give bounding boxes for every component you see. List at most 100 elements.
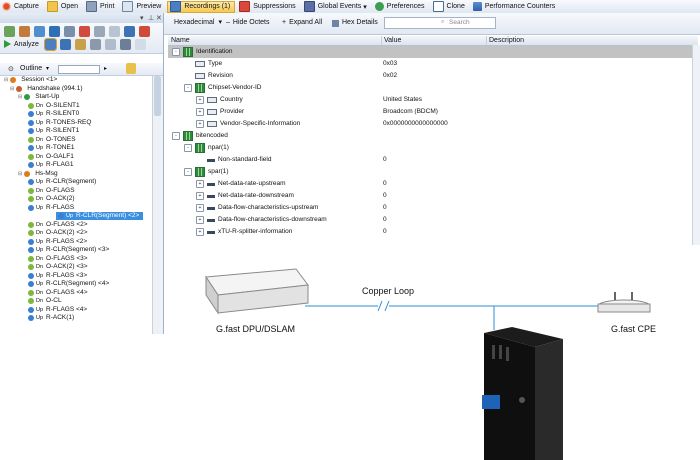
ns-icon[interactable] bbox=[126, 63, 136, 74]
description-column-header[interactable]: Description bbox=[486, 36, 689, 45]
tree-item[interactable]: ⊟ Hs-Msg bbox=[18, 170, 58, 178]
expand-icon[interactable]: + bbox=[196, 180, 204, 188]
grid-row[interactable]: - Chipset-Vendor-ID bbox=[168, 82, 698, 94]
expand-all-button[interactable]: + Expand All bbox=[282, 18, 322, 28]
tree-item[interactable]: Up R-SILENT0 bbox=[26, 110, 79, 118]
clone-button[interactable]: Clone bbox=[431, 1, 469, 13]
grid-row[interactable]: Type 0x03 bbox=[168, 58, 698, 70]
tree-item[interactable]: Up R-CLR(Segment) <2> bbox=[56, 212, 144, 220]
grid-row[interactable]: Revision 0x02 bbox=[168, 70, 698, 82]
tree-item[interactable]: Dn O-GALF1 bbox=[26, 153, 74, 161]
tool-2-icon[interactable] bbox=[19, 26, 30, 37]
tree-item[interactable]: ⊟ Handshake (994.1) bbox=[10, 85, 83, 93]
search-input[interactable]: ⌕ Search bbox=[384, 17, 496, 29]
grid-row[interactable]: + Net-data-rate-downstream 0 bbox=[168, 190, 698, 202]
tree-item[interactable]: ⊟ Start-Up bbox=[18, 93, 59, 101]
print-button[interactable]: Print bbox=[84, 1, 118, 13]
dropdown-icon[interactable]: ▾ bbox=[140, 14, 144, 22]
grid-view-icon[interactable] bbox=[44, 38, 57, 51]
expand-icon[interactable]: + bbox=[196, 216, 204, 224]
tree-item[interactable]: Up R-FLAGS bbox=[26, 204, 74, 212]
expand-icon[interactable]: + bbox=[196, 192, 204, 200]
tree-item[interactable]: Dn O-FLAGS <2> bbox=[26, 221, 88, 229]
view-6-icon[interactable] bbox=[120, 39, 131, 50]
grid-row[interactable]: + Provider Broadcom (BDCM) bbox=[168, 106, 698, 118]
tree-item[interactable]: Up R-TONES-REQ bbox=[26, 119, 91, 127]
collapse-icon[interactable]: - bbox=[184, 144, 192, 152]
tool-1-icon[interactable] bbox=[4, 26, 15, 37]
view-3-icon[interactable] bbox=[75, 39, 86, 50]
tree-item[interactable]: Up R-SILENT1 bbox=[26, 127, 79, 135]
collapse-icon[interactable]: - bbox=[184, 84, 192, 92]
tool-7-icon[interactable] bbox=[94, 26, 105, 37]
pin-icon[interactable]: ⊥ bbox=[148, 14, 154, 22]
capture-button[interactable]: Capture bbox=[0, 1, 43, 13]
suppressions-button[interactable]: Suppressions bbox=[237, 1, 299, 13]
open-button[interactable]: Open bbox=[45, 1, 82, 13]
tool-9-icon[interactable] bbox=[124, 26, 135, 37]
view-7-icon[interactable] bbox=[135, 39, 146, 50]
value-column-header[interactable]: Value bbox=[381, 36, 487, 45]
collapse-icon[interactable]: - bbox=[172, 48, 180, 56]
grid-row[interactable]: - npar(1) bbox=[168, 142, 698, 154]
tool-8-icon[interactable] bbox=[109, 26, 120, 37]
tree-expander-icon[interactable]: ⊟ bbox=[18, 170, 22, 178]
tree-item[interactable]: Up R-CLR(Segment) <3> bbox=[26, 246, 109, 254]
outline-go-icon[interactable]: ▸ bbox=[104, 65, 107, 72]
hide-octets-button[interactable]: – Hide Octets bbox=[226, 18, 269, 28]
hexadecimal-dropdown[interactable]: Hexadecimal ▾ bbox=[174, 18, 222, 28]
expand-icon[interactable]: + bbox=[196, 228, 204, 236]
outline-input[interactable] bbox=[58, 65, 100, 74]
tool-3-icon[interactable] bbox=[34, 26, 45, 37]
tree-item[interactable]: Up R-FLAG1 bbox=[26, 161, 73, 169]
collapse-icon[interactable]: - bbox=[184, 168, 192, 176]
grid-row[interactable]: - Identification bbox=[168, 46, 698, 58]
tree-item[interactable]: ⊟ Session <1> bbox=[4, 76, 57, 84]
tool-6-icon[interactable] bbox=[79, 26, 90, 37]
tool-5-icon[interactable] bbox=[64, 26, 75, 37]
grid-row[interactable]: + Data-flow-characteristics-upstream 0 bbox=[168, 202, 698, 214]
tree-expander-icon[interactable]: ⊟ bbox=[4, 76, 8, 84]
tree-item[interactable]: Up R-FLAGS <2> bbox=[26, 238, 87, 246]
grid-row[interactable]: + Data-flow-characteristics-downstream 0 bbox=[168, 214, 698, 226]
preferences-button[interactable]: Preferences bbox=[373, 1, 429, 13]
grid-row[interactable]: + Vendor-Specific-Information 0x0000000000… bbox=[168, 118, 698, 130]
recordings-button[interactable]: Recordings (1) bbox=[167, 0, 236, 13]
grid-row[interactable]: + Net-data-rate-upstream 0 bbox=[168, 178, 698, 190]
grid-row[interactable]: + xTU-R-splitter-information 0 bbox=[168, 226, 698, 238]
tree-item[interactable]: Dn O-ACK(2) bbox=[26, 195, 75, 203]
tool-10-icon[interactable] bbox=[139, 26, 150, 37]
preview-button[interactable]: Preview bbox=[120, 1, 165, 13]
view-5-icon[interactable] bbox=[105, 39, 116, 50]
expand-icon[interactable]: + bbox=[196, 204, 204, 212]
tree-item[interactable]: Up R-CLR(Segment) bbox=[26, 178, 96, 186]
grid-row[interactable]: - spar(1) bbox=[168, 166, 698, 178]
name-column-header[interactable]: Name bbox=[168, 36, 382, 45]
left-scrollbar-thumb[interactable] bbox=[154, 76, 161, 116]
outline-dropdown-icon[interactable]: ▾ bbox=[46, 65, 49, 72]
expand-icon[interactable]: + bbox=[196, 96, 204, 104]
expand-icon[interactable]: + bbox=[196, 120, 204, 128]
grid-row[interactable]: Non-standard-field 0 bbox=[168, 154, 698, 166]
view-2-icon[interactable] bbox=[60, 39, 71, 50]
tree-item[interactable]: Dn O-ACK(2) <2> bbox=[26, 229, 88, 237]
hex-details-button[interactable]: Hex Details bbox=[332, 18, 378, 28]
tool-4-icon[interactable] bbox=[49, 26, 60, 37]
grid-row[interactable]: - bitencoded bbox=[168, 130, 698, 142]
close-icon[interactable]: ✕ bbox=[156, 14, 162, 22]
tree-expander-icon[interactable]: ⊟ bbox=[18, 93, 22, 101]
tree-item[interactable]: Dn O-TONES bbox=[26, 136, 76, 144]
view-4-icon[interactable] bbox=[90, 39, 101, 50]
tree-item[interactable]: Dn O-FLAGS bbox=[26, 187, 75, 195]
tree-item[interactable]: Dn O-SILENT1 bbox=[26, 102, 80, 110]
global-events-button[interactable]: Global Events ▾ bbox=[302, 1, 371, 13]
tree-expander-icon[interactable]: ⊟ bbox=[10, 85, 14, 93]
grid-row[interactable]: + Country United States bbox=[168, 94, 698, 106]
collapse-icon[interactable]: - bbox=[172, 132, 180, 140]
outline-options-icon[interactable]: ⊙ bbox=[8, 65, 14, 73]
tree-item[interactable]: Up R-TONE1 bbox=[26, 144, 74, 152]
performance-counters-button[interactable]: Performance Counters bbox=[471, 1, 559, 13]
expand-icon[interactable]: + bbox=[196, 108, 204, 116]
analyze-button[interactable]: Analyze bbox=[4, 40, 39, 48]
grid-scrollbar[interactable] bbox=[692, 45, 700, 245]
